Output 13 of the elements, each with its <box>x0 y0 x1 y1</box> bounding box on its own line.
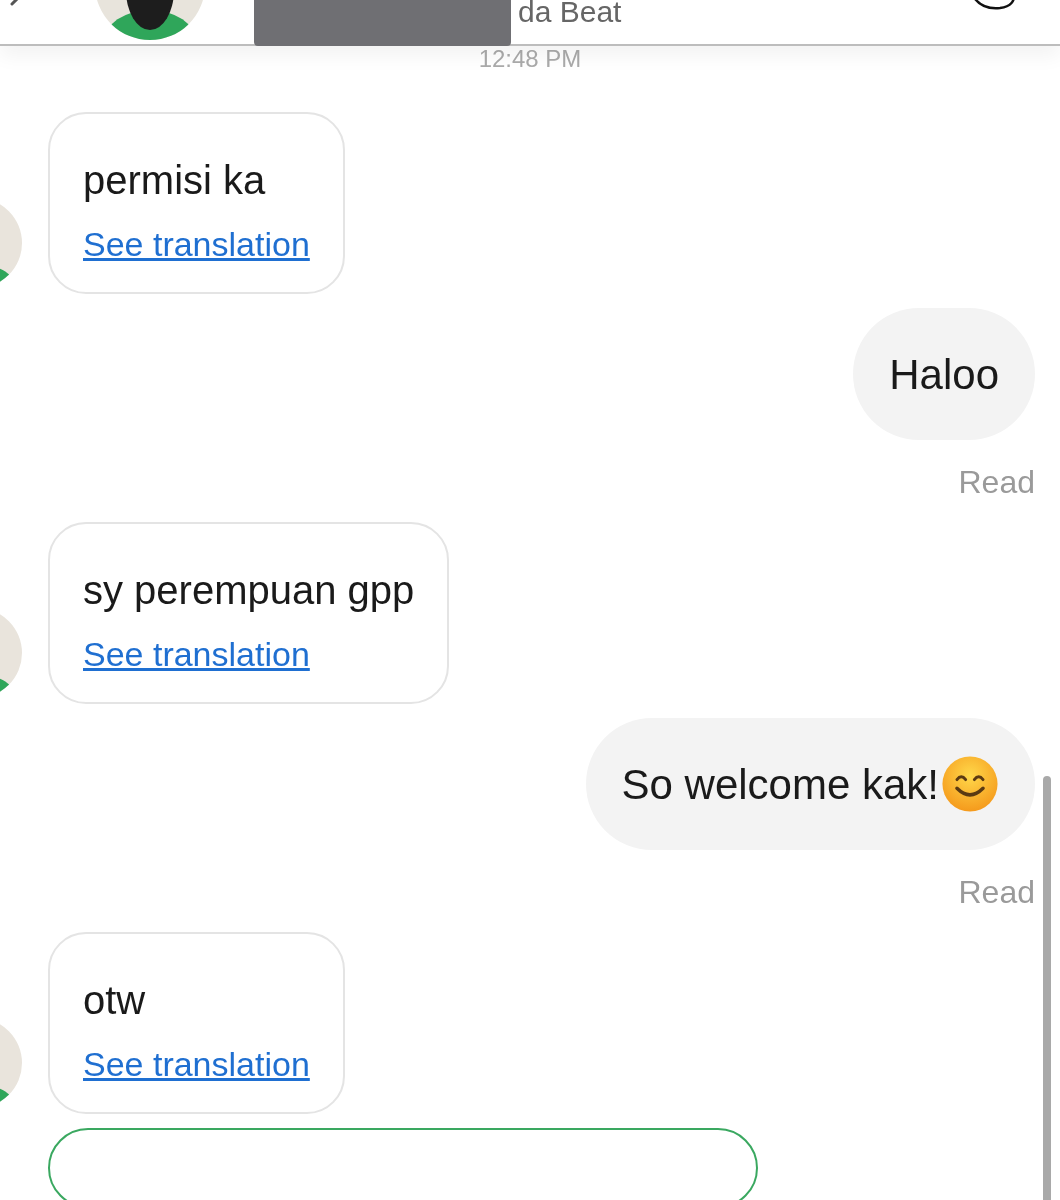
see-translation-link[interactable]: See translation <box>83 1044 310 1084</box>
read-status: Read <box>958 463 1035 502</box>
message-text: otw <box>83 977 147 1024</box>
see-translation-link[interactable]: See translation <box>83 224 310 264</box>
message-text: permisi ka <box>83 157 267 204</box>
message-text: Haloo <box>889 349 999 400</box>
see-translation-link[interactable]: See translation <box>83 634 415 674</box>
message-text: So welcome kak! <box>621 759 939 810</box>
smiling-face-icon <box>941 755 999 813</box>
message-text: sy perempuan gpp <box>83 567 415 614</box>
read-status: Read <box>958 873 1035 912</box>
contact-name: da Beat <box>518 0 622 30</box>
message-time: 12:48 PM <box>478 46 582 72</box>
